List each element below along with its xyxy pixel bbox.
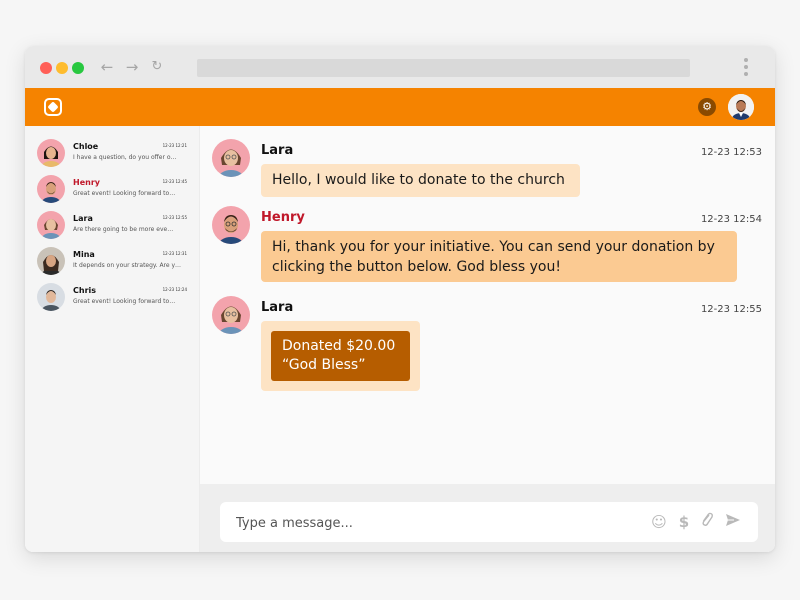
browser-menu-icon[interactable] bbox=[742, 58, 750, 78]
contact-name: Mina bbox=[73, 250, 95, 259]
sender-name: Lara bbox=[261, 300, 294, 315]
contact-time: 12-23 12:31 bbox=[162, 251, 187, 256]
message-time: 12-23 12:53 bbox=[700, 147, 762, 158]
contact-time: 12-23 12:55 bbox=[162, 215, 187, 220]
donation-card[interactable]: Donated $20.00 “God Bless” bbox=[271, 331, 410, 381]
message-input[interactable] bbox=[234, 512, 638, 534]
sender-name: Henry bbox=[261, 210, 305, 225]
conversation-list: Chloe 12-23 12:21 I have a question, do … bbox=[25, 126, 200, 552]
contact-name: Chris bbox=[73, 286, 97, 295]
minimize-window-button[interactable] bbox=[56, 62, 68, 74]
conversation-item-chloe[interactable]: Chloe 12-23 12:21 I have a question, do … bbox=[37, 139, 195, 169]
emoji-icon[interactable]: ☺ bbox=[649, 512, 669, 532]
message-time: 12-23 12:55 bbox=[700, 304, 762, 315]
chat-message: Lara 12-23 12:53 Hello, I would like to … bbox=[212, 139, 762, 199]
browser-titlebar: ← → ↻ bbox=[25, 46, 775, 88]
message-time: 12-23 12:54 bbox=[700, 214, 762, 225]
contact-name: Lara bbox=[73, 214, 93, 223]
donation-note: “God Bless” bbox=[282, 357, 366, 373]
maximize-window-button[interactable] bbox=[72, 62, 84, 74]
address-bar[interactable] bbox=[197, 59, 690, 77]
chat-thread: Lara 12-23 12:53 Hello, I would like to … bbox=[200, 126, 775, 484]
avatar bbox=[37, 211, 65, 239]
composer-area: ☺ $ bbox=[200, 484, 775, 552]
profile-avatar[interactable] bbox=[728, 94, 754, 120]
conversation-item-mina[interactable]: Mina 12-23 12:31 It depends on your stra… bbox=[37, 247, 195, 277]
message-preview: Great event! Looking forward to… bbox=[73, 298, 176, 305]
close-window-button[interactable] bbox=[40, 62, 52, 74]
avatar bbox=[37, 247, 65, 275]
message-bubble: Hi, thank you for your initiative. You c… bbox=[261, 231, 737, 282]
avatar bbox=[212, 296, 250, 334]
avatar bbox=[37, 175, 65, 203]
contact-time: 12-23 12:24 bbox=[162, 287, 187, 292]
browser-window: ← → ↻ ⚙ Chloe 12-23 12:21 I have a quest… bbox=[25, 46, 775, 552]
app-logo-icon[interactable] bbox=[44, 98, 62, 116]
man-avatar-icon bbox=[728, 94, 754, 120]
app-header: ⚙ bbox=[25, 88, 775, 126]
avatar bbox=[212, 206, 250, 244]
forward-arrow-icon[interactable]: → bbox=[122, 57, 142, 77]
avatar bbox=[37, 139, 65, 167]
chat-message: Lara 12-23 12:55 Donated $20.00 “God Ble… bbox=[212, 296, 762, 396]
message-preview: It depends on your strategy. Are y… bbox=[73, 262, 182, 269]
reload-icon[interactable]: ↻ bbox=[147, 57, 167, 77]
gear-icon[interactable]: ⚙ bbox=[698, 98, 716, 116]
contact-time: 12-23 12:45 bbox=[162, 179, 187, 184]
back-arrow-icon[interactable]: ← bbox=[97, 57, 117, 77]
contact-time: 12-23 12:21 bbox=[162, 143, 187, 148]
send-icon[interactable] bbox=[723, 512, 743, 532]
message-composer: ☺ $ bbox=[220, 502, 758, 542]
message-preview: Are there going to be more eve… bbox=[73, 226, 174, 233]
sender-name: Lara bbox=[261, 143, 294, 158]
message-preview: I have a question, do you offer o… bbox=[73, 154, 177, 161]
contact-name: Henry bbox=[73, 178, 100, 187]
avatar bbox=[37, 283, 65, 311]
dollar-icon[interactable]: $ bbox=[674, 512, 694, 532]
donation-bubble: Donated $20.00 “God Bless” bbox=[261, 321, 420, 391]
conversation-item-chris[interactable]: Chris 12-23 12:24 Great event! Looking f… bbox=[37, 283, 195, 313]
donation-amount: Donated $20.00 bbox=[282, 338, 396, 354]
conversation-item-henry[interactable]: Henry 12-23 12:45 Great event! Looking f… bbox=[37, 175, 195, 205]
message-preview: Great event! Looking forward to… bbox=[73, 190, 176, 197]
chat-message: Henry 12-23 12:54 Hi, thank you for your… bbox=[212, 206, 762, 286]
avatar bbox=[212, 139, 250, 177]
contact-name: Chloe bbox=[73, 142, 99, 151]
conversation-item-lara[interactable]: Lara 12-23 12:55 Are there going to be m… bbox=[37, 211, 195, 241]
paperclip-icon[interactable] bbox=[697, 512, 717, 532]
message-bubble: Hello, I would like to donate to the chu… bbox=[261, 164, 580, 197]
